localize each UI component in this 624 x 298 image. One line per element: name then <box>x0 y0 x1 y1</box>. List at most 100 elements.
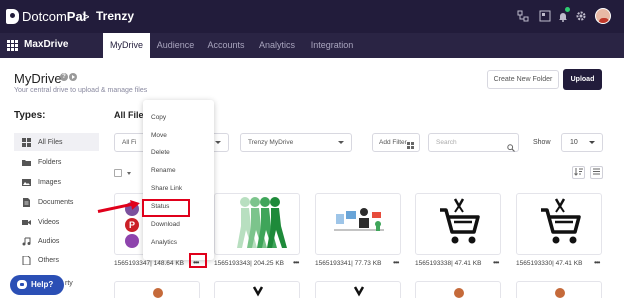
menu-item-download[interactable]: Download <box>151 221 180 229</box>
sidebar-item-label: All Files <box>38 139 63 146</box>
file-more-menu-icon[interactable]: ••• <box>293 258 299 267</box>
select-options-chevron-icon[interactable] <box>127 172 131 175</box>
file-card[interactable] <box>516 193 602 255</box>
tab-mydrive[interactable]: MyDrive <box>103 33 150 58</box>
menu-item-analytics[interactable]: Analytics <box>151 239 177 247</box>
video-icon <box>22 218 31 227</box>
file-card-meta: 1565193347| 148.64 KB <box>114 260 185 267</box>
select-all-checkbox[interactable] <box>114 169 122 177</box>
file-card[interactable] <box>315 193 401 255</box>
list-view-icon[interactable] <box>590 166 603 179</box>
sidebar-item-audios[interactable]: Audios <box>14 232 99 250</box>
upload-button[interactable]: Upload <box>563 69 602 90</box>
status-highlight-box <box>142 199 190 217</box>
help-icon[interactable]: ? <box>60 73 68 81</box>
sidebar-item-label: Audios <box>38 238 60 245</box>
sidebar-item-videos[interactable]: Videos <box>14 213 99 231</box>
more-menu-highlight-box <box>189 253 207 268</box>
menu-item-delete[interactable]: Delete <box>151 149 170 157</box>
file-thumbnail <box>555 288 565 298</box>
tab-accounts[interactable]: Accounts <box>203 33 249 58</box>
file-icon <box>22 255 31 266</box>
play-video-icon[interactable] <box>69 73 77 81</box>
menu-item-copy[interactable]: Copy <box>151 114 166 122</box>
sidebar-item-folders[interactable]: Folders <box>14 153 99 171</box>
types-heading: Types: <box>14 110 46 121</box>
dashboard-icon[interactable] <box>539 10 551 22</box>
file-card-meta: 1565193338| 47.41 KB <box>415 260 482 267</box>
add-filter-button[interactable]: Add Filter <box>372 133 420 152</box>
sidebar-item-label: Others <box>38 257 60 264</box>
cart-icon <box>252 286 264 297</box>
tab-audience[interactable]: Audience <box>153 33 198 58</box>
file-card[interactable] <box>315 281 401 298</box>
brand-name[interactable]: DotcomPal <box>22 9 86 24</box>
annotation-arrow-head-icon <box>130 198 141 210</box>
sidebar-item-all-files[interactable]: All Files <box>14 133 99 151</box>
filter-grid-icon <box>407 139 414 156</box>
top-bar: DotcomPal > Trenzy <box>0 0 624 33</box>
file-thumbnail <box>153 288 163 298</box>
app-name[interactable]: MaxDrive <box>24 39 68 50</box>
file-card[interactable] <box>516 281 602 298</box>
workspace-breadcrumb[interactable]: Trenzy <box>96 9 134 24</box>
file-thumbnail <box>334 208 384 231</box>
menu-item-rename[interactable]: Rename <box>151 167 176 175</box>
help-label: Help? <box>31 280 54 289</box>
page-title: MyDrive <box>14 71 62 86</box>
gear-icon[interactable] <box>575 10 587 22</box>
file-card[interactable] <box>214 281 300 298</box>
file-card[interactable] <box>415 281 501 298</box>
page-size-select[interactable]: 10 <box>561 133 603 152</box>
tab-integration[interactable]: Integration <box>307 33 357 58</box>
file-size: 77.73 KB <box>354 260 382 267</box>
menu-item-move[interactable]: Move <box>151 132 167 140</box>
folder-filter-value: Trenzy MyDrive <box>248 139 294 146</box>
chevron-down-icon <box>589 141 595 144</box>
sidebar-item-images[interactable]: Images <box>14 173 99 191</box>
file-card[interactable] <box>214 193 300 255</box>
file-name: 1565193330 <box>516 260 553 267</box>
notification-dot <box>565 7 570 12</box>
sidebar-item-label: Videos <box>38 219 60 226</box>
file-more-menu-icon[interactable]: ••• <box>594 258 600 267</box>
menu-item-share-link[interactable]: Share Link <box>151 185 182 193</box>
sort-icon[interactable] <box>572 166 585 179</box>
sidebar-item-others[interactable]: Others <box>14 251 99 269</box>
dotcompal-logo-icon[interactable] <box>6 9 19 24</box>
tab-analytics[interactable]: Analytics <box>253 33 301 58</box>
breadcrumb-separator: > <box>82 9 90 24</box>
image-icon <box>22 178 31 187</box>
chat-bubble-icon <box>17 280 27 289</box>
app-grid-icon[interactable] <box>7 40 18 51</box>
grid-icon <box>22 138 31 147</box>
search-icon[interactable] <box>507 139 515 157</box>
file-card-meta: 1565193330| 47.41 KB <box>516 260 583 267</box>
search-input[interactable] <box>428 133 519 152</box>
org-chart-icon[interactable] <box>517 10 529 22</box>
file-size: 47.41 KB <box>454 260 482 267</box>
pinterest-logo-icon: P <box>125 218 139 232</box>
file-card[interactable] <box>415 193 501 255</box>
folder-filter-select[interactable]: Trenzy MyDrive <box>240 133 352 152</box>
sidebar-item-documents[interactable]: Documents <box>14 193 99 211</box>
file-size: 148.64 KB <box>153 260 185 267</box>
sidebar-item-label: Folders <box>38 159 62 166</box>
file-size: 204.25 KB <box>253 260 285 267</box>
file-more-menu-icon[interactable]: ••• <box>493 258 499 267</box>
sidebar-item-label: Documents <box>38 199 74 206</box>
music-icon <box>22 237 31 246</box>
file-name: 1565193341 <box>315 260 352 267</box>
file-name: 1565193338 <box>415 260 452 267</box>
create-new-folder-button[interactable]: Create New Folder <box>487 70 559 89</box>
file-card-meta: 1565193341| 77.73 KB <box>315 260 382 267</box>
help-button[interactable]: Help? <box>10 275 64 295</box>
type-filter-value: All Fi <box>122 139 137 146</box>
file-card[interactable] <box>114 281 200 298</box>
cart-icon <box>353 286 365 297</box>
sidebar-item-label: Images <box>38 179 61 186</box>
file-more-menu-icon[interactable]: ••• <box>393 258 399 267</box>
chevron-down-icon <box>338 141 344 144</box>
avatar[interactable] <box>595 8 611 24</box>
page-size-value: 10 <box>570 139 578 146</box>
